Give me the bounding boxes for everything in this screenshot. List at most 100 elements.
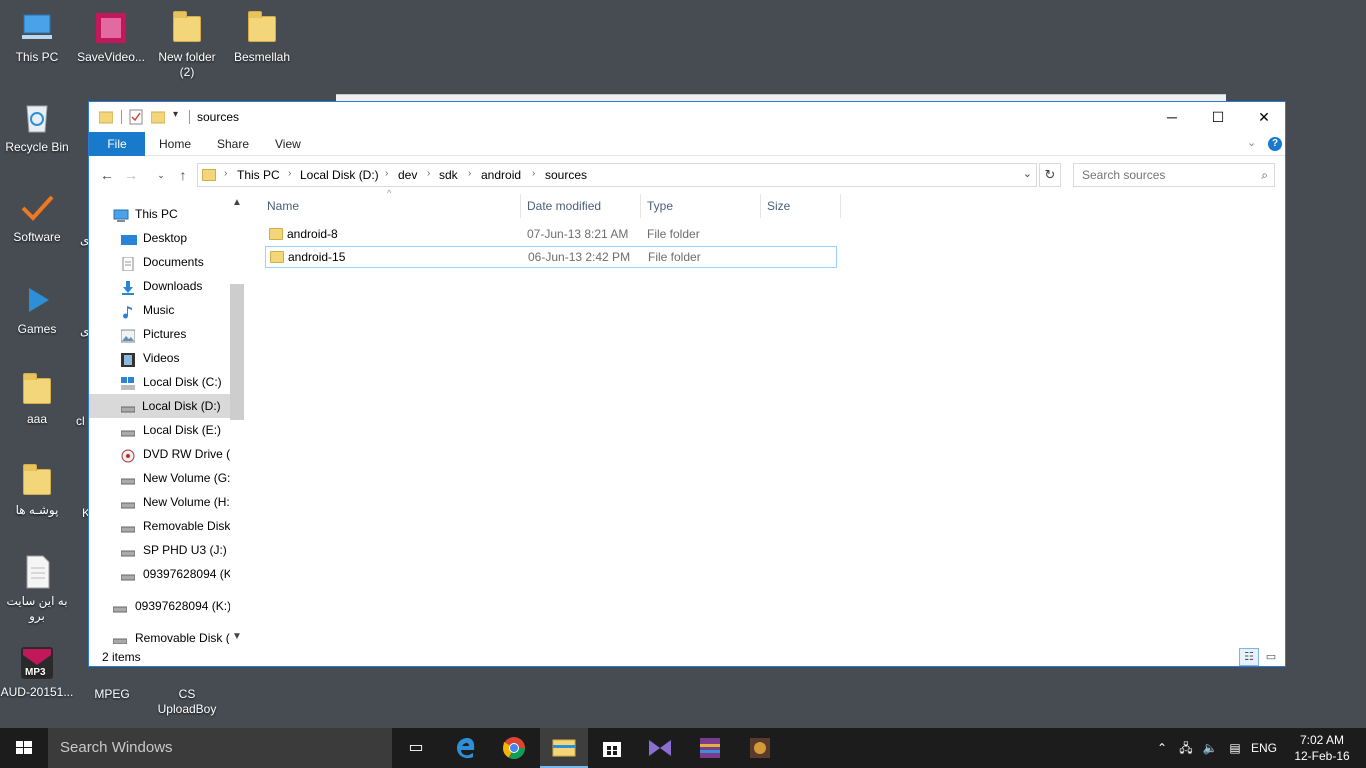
nav-item-removable-disk-i[interactable]: Removable Disk (I — [112, 626, 233, 644]
desktop-icon-label: AUD-20151... — [0, 685, 74, 699]
show-hidden-icons-icon[interactable]: ⌃ — [1154, 728, 1170, 768]
properties-icon[interactable] — [129, 109, 143, 125]
desktop-icon-label: به این سایت برو — [6, 594, 68, 623]
desktop-icon-software[interactable]: Software — [0, 190, 74, 245]
nav-item-new-volume-g[interactable]: New Volume (G:) — [120, 466, 234, 490]
start-button[interactable] — [0, 728, 48, 768]
refresh-icon[interactable]: ↻ — [1039, 163, 1061, 187]
navigation-pane: This PC Desktop Documents Downloads Musi… — [89, 194, 247, 644]
desktop-icon-aaa[interactable]: aaa — [0, 372, 74, 427]
desktop-icon-games[interactable]: Games — [0, 282, 74, 337]
nav-item-new-volume-h[interactable]: New Volume (H:) — [120, 490, 234, 514]
back-arrow-icon[interactable]: ← — [97, 165, 117, 185]
quick-access-dropdown-icon[interactable]: ▾ — [173, 109, 178, 125]
clock[interactable]: 7:02 AM 12-Feb-16 — [1290, 732, 1354, 764]
separator — [121, 110, 122, 124]
tab-file[interactable]: File — [89, 132, 145, 156]
language-indicator[interactable]: ENG — [1248, 728, 1280, 768]
volume-icon[interactable]: 🔈 — [1200, 728, 1220, 768]
nav-item-dvd-drive[interactable]: DVD RW Drive (F — [121, 442, 237, 466]
network-icon[interactable]: 🖧 — [1176, 728, 1196, 768]
nav-item-documents[interactable]: Documents — [121, 250, 231, 274]
desktop-icon-besmellah[interactable]: Besmellah — [225, 10, 299, 65]
column-size[interactable]: Size — [761, 194, 841, 218]
column-type[interactable]: Type — [641, 194, 761, 218]
desktop-icon-this-pc[interactable]: This PC — [0, 10, 74, 65]
taskbar: Search Windows ▭ ⌃ 🖧 🔈 ▤ ENG 7:02 AM 12-… — [0, 728, 1366, 768]
scrollbar-thumb[interactable] — [230, 284, 244, 420]
breadcrumb-android[interactable]: android — [481, 168, 521, 182]
maximize-button[interactable]: ☐ — [1195, 102, 1241, 132]
scroll-down-icon[interactable]: ▼ — [230, 630, 244, 644]
nav-item-local-disk-e[interactable]: Local Disk (E:) — [120, 418, 231, 442]
forward-arrow-icon[interactable]: → — [121, 165, 141, 185]
nav-item-removable-disk[interactable]: Removable Disk — [120, 514, 231, 538]
task-view-icon[interactable]: ▭ — [392, 728, 440, 768]
chevron-right-icon[interactable]: › — [427, 168, 430, 179]
nav-item-drive-k[interactable]: 09397628094 (K:) — [120, 562, 239, 586]
edge-browser-icon[interactable] — [442, 728, 490, 768]
recent-locations-icon[interactable]: ⌄ — [151, 165, 171, 185]
chevron-right-icon[interactable]: › — [468, 168, 471, 179]
nav-item-desktop[interactable]: Desktop — [121, 226, 231, 250]
nav-item-videos[interactable]: Videos — [121, 346, 231, 370]
up-arrow-icon[interactable]: ↑ — [173, 165, 193, 185]
folder-icon — [270, 251, 284, 263]
address-dropdown-icon[interactable]: ⌄ — [1023, 167, 1032, 180]
nav-item-pictures[interactable]: Pictures — [120, 322, 231, 346]
breadcrumb-sources[interactable]: sources — [545, 168, 587, 182]
breadcrumb-sdk[interactable]: sdk — [439, 168, 458, 182]
search-box[interactable]: ⌕ — [1073, 163, 1275, 187]
visual-studio-icon[interactable] — [636, 728, 684, 768]
tab-view[interactable]: View — [265, 132, 311, 156]
file-row[interactable]: android-15 06-Jun-13 2:42 PM File folder — [265, 246, 837, 268]
nav-item-downloads[interactable]: Downloads — [121, 274, 231, 298]
minimize-button[interactable]: ─ — [1149, 102, 1195, 132]
breadcrumb-local-disk-d[interactable]: Local Disk (D:) — [300, 168, 379, 182]
search-icon[interactable]: ⌕ — [1261, 168, 1268, 183]
desktop-icon-recycle-bin[interactable]: Recycle Bin — [0, 100, 74, 155]
desktop-icon-new-folder-2[interactable]: New folder (2) — [150, 10, 224, 80]
nav-item-music[interactable]: Music — [121, 298, 231, 322]
search-input[interactable] — [1074, 164, 1244, 186]
taskbar-search-box[interactable]: Search Windows — [48, 728, 392, 768]
column-name[interactable]: Name — [261, 194, 521, 218]
details-view-icon[interactable]: ☷ — [1239, 648, 1259, 666]
desktop-icon-folders[interactable]: پوشـه ها — [0, 463, 74, 518]
expand-ribbon-icon[interactable]: ⌄ — [1247, 136, 1256, 149]
column-date-modified[interactable]: Date modified — [521, 194, 641, 218]
store-icon[interactable] — [588, 728, 636, 768]
desktop-icon-savevideo[interactable]: SaveVideo... — [74, 10, 148, 65]
breadcrumb-dev[interactable]: dev — [398, 168, 417, 182]
separator — [189, 110, 190, 124]
tab-share[interactable]: Share — [207, 132, 259, 156]
drive-icon — [120, 567, 136, 581]
address-bar[interactable]: › This PC › Local Disk (D:) › dev › sdk … — [197, 163, 1037, 187]
chevron-right-icon[interactable]: › — [288, 168, 291, 179]
scroll-up-icon[interactable]: ▲ — [230, 196, 244, 210]
nav-item-drive-k-root[interactable]: 09397628094 (K:) — [112, 594, 231, 618]
file-row[interactable]: android-8 07-Jun-13 8:21 AM File folder — [265, 224, 837, 246]
notifications-icon[interactable]: ▤ — [1224, 728, 1246, 768]
nav-pane-scrollbar[interactable]: ▲ ▼ — [230, 194, 245, 644]
chevron-right-icon[interactable]: › — [385, 168, 388, 179]
winrar-icon[interactable] — [686, 728, 734, 768]
nav-item-this-pc[interactable]: This PC — [113, 202, 231, 226]
game-app-icon[interactable] — [736, 728, 784, 768]
nav-item-local-disk-c[interactable]: Local Disk (C:) — [121, 370, 231, 394]
desktop-icon-aud-mp3[interactable]: MP3 AUD-20151... — [0, 645, 74, 700]
desktop-icon-cs-uploadboy[interactable]: CS UploadBoy — [150, 687, 224, 717]
nav-item-local-disk-d[interactable]: Local Disk (D:) — [89, 394, 231, 418]
breadcrumb-this-pc[interactable]: This PC — [237, 168, 280, 182]
tab-home[interactable]: Home — [149, 132, 201, 156]
file-explorer-taskbar-icon[interactable] — [540, 728, 588, 768]
chrome-icon[interactable] — [490, 728, 538, 768]
close-button[interactable]: ✕ — [1241, 102, 1287, 132]
nav-item-sp-phd-u3[interactable]: SP PHD U3 (J:) — [120, 538, 231, 562]
help-icon[interactable]: ? — [1268, 137, 1282, 151]
desktop-icon-website-shortcut[interactable]: به این سایت برو — [0, 554, 74, 624]
desktop-icon-mpeg[interactable]: MPEG — [75, 667, 149, 702]
large-icons-view-icon[interactable]: ▭ — [1261, 648, 1281, 666]
chevron-right-icon[interactable]: › — [532, 168, 535, 179]
new-folder-icon[interactable] — [150, 109, 166, 125]
